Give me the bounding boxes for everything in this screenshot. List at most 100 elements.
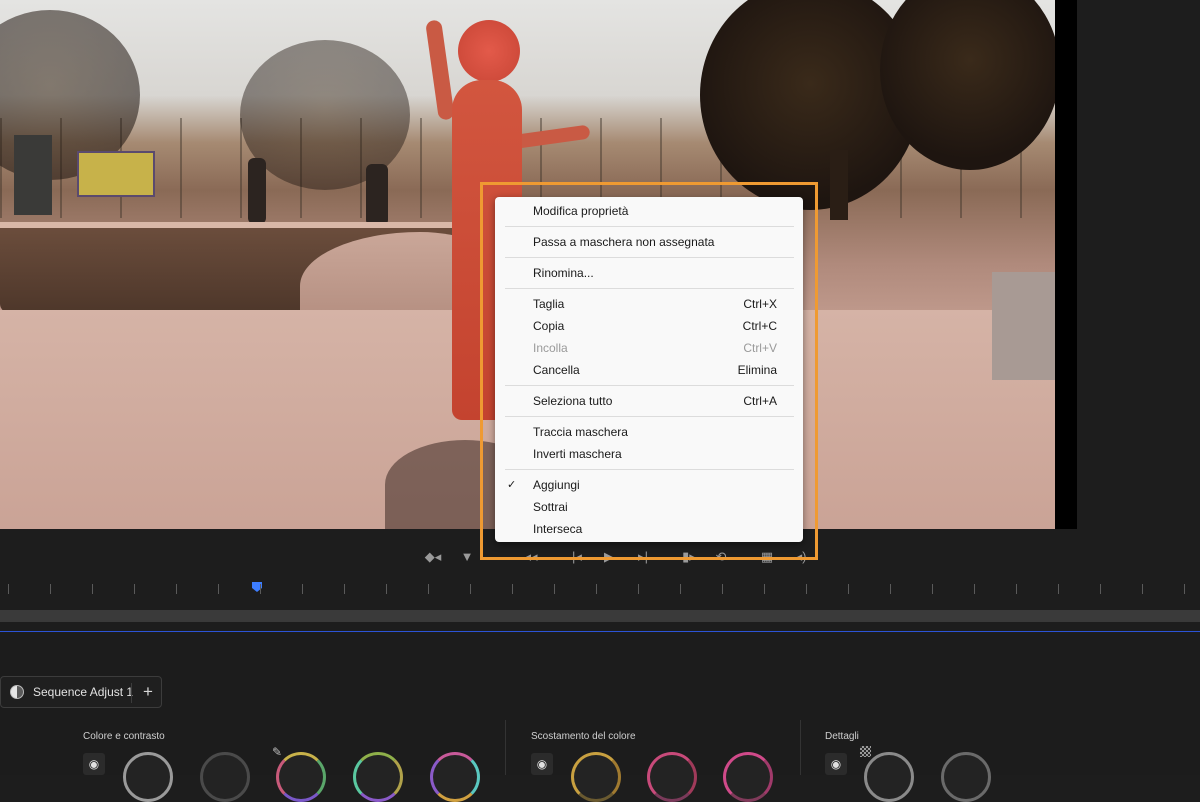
saturation-wheel[interactable] — [430, 752, 480, 802]
ruler-tick — [722, 584, 723, 594]
menu-item-label: Traccia maschera — [533, 425, 628, 439]
menu-item-delete[interactable]: Cancella Elimina — [495, 360, 803, 380]
ruler-tick — [260, 584, 261, 594]
offset-wheel-magenta[interactable] — [647, 752, 697, 802]
graffiti-board — [77, 151, 155, 197]
ruler-tick — [50, 584, 51, 594]
temperature-wheel[interactable] — [276, 752, 326, 802]
ruler-tick — [218, 584, 219, 594]
marker-in-icon[interactable]: ◆◂ — [422, 546, 444, 566]
ruler-tick — [1100, 584, 1101, 594]
section-divider — [800, 720, 801, 775]
skater-arm — [425, 19, 455, 121]
ruler-tick — [764, 584, 765, 594]
tab-separator — [131, 683, 132, 703]
ruler-tick — [596, 584, 597, 594]
menu-item-label: Cancella — [533, 363, 580, 377]
background-person — [366, 164, 388, 226]
ruler-tick — [1184, 584, 1185, 594]
ruler-tick — [638, 584, 639, 594]
menu-item-label: Copia — [533, 319, 565, 333]
timeline-scrollbar[interactable] — [0, 610, 1200, 622]
menu-item-label: Inverti maschera — [533, 447, 622, 461]
add-tab-button[interactable]: + — [139, 681, 157, 703]
ruler-tick — [1058, 584, 1059, 594]
ruler-tick — [470, 584, 471, 594]
menu-item-add[interactable]: ✓ Aggiungi — [495, 475, 803, 495]
menu-item-label: Taglia — [533, 297, 565, 311]
menu-item-label: Aggiungi — [533, 478, 580, 492]
section-title-color-offset: Scostamento del colore — [531, 731, 636, 742]
ruler-tick — [512, 584, 513, 594]
ruler-tick — [554, 584, 555, 594]
menu-item-label: Modifica proprietà — [533, 204, 629, 218]
ruler-tick — [890, 584, 891, 594]
ruler-tick — [8, 584, 9, 594]
blur-wheel[interactable] — [941, 752, 991, 802]
menu-item-edit-properties[interactable]: Modifica proprietà — [495, 201, 803, 221]
section-title-details: Dettagli — [825, 731, 859, 742]
menu-item-label: Incolla — [533, 341, 568, 355]
menu-separator — [505, 416, 794, 417]
contrast-wheel[interactable] — [200, 752, 250, 802]
menu-item-label: Sottrai — [533, 500, 568, 514]
ruler-tick — [176, 584, 177, 594]
tint-wheel[interactable] — [353, 752, 403, 802]
marker-icon[interactable]: ▼ — [456, 546, 478, 566]
background-person — [248, 158, 266, 224]
mask-context-menu: Modifica proprietà Passa a maschera non … — [495, 197, 803, 542]
menu-separator — [505, 385, 794, 386]
offset-wheel-yellow[interactable] — [571, 752, 621, 802]
menu-item-label: Passa a maschera non assegnata — [533, 235, 715, 249]
menu-item-paste: Incolla Ctrl+V — [495, 338, 803, 358]
ruler-tick — [680, 584, 681, 594]
ruler-tick — [1016, 584, 1017, 594]
skater-head — [458, 20, 520, 82]
ruler-tick — [1142, 584, 1143, 594]
ruler-tick — [134, 584, 135, 594]
ruler-tick — [848, 584, 849, 594]
menu-item-shortcut: Ctrl+C — [742, 319, 777, 333]
menu-separator — [505, 226, 794, 227]
menu-item-shortcut: Ctrl+X — [743, 297, 777, 311]
ruler-tick — [344, 584, 345, 594]
eyedropper-icon[interactable]: ✎ — [272, 745, 282, 759]
eye-icon[interactable]: ◉ — [83, 753, 105, 775]
sequence-adjust-tab[interactable]: Sequence Adjust 1 + — [0, 676, 162, 708]
section-title-color-contrast: Colore e contrasto — [83, 731, 165, 742]
ruler-tick — [974, 584, 975, 594]
sequence-adjust-label: Sequence Adjust 1 — [33, 685, 134, 699]
ruler-tick — [932, 584, 933, 594]
section-divider — [505, 720, 506, 775]
timeline-divider — [0, 631, 1200, 632]
color-wheel-icon — [10, 685, 24, 699]
menu-item-label: Rinomina... — [533, 266, 594, 280]
menu-item-intersect[interactable]: Interseca — [495, 519, 803, 539]
eye-icon[interactable]: ◉ — [531, 753, 553, 775]
ruler-tick — [92, 584, 93, 594]
menu-item-track-mask[interactable]: Traccia maschera — [495, 422, 803, 442]
menu-item-copy[interactable]: Copia Ctrl+C — [495, 316, 803, 336]
menu-separator — [505, 257, 794, 258]
menu-item-shortcut: Elimina — [737, 363, 777, 377]
banner — [14, 135, 52, 215]
concrete-wall — [992, 272, 1055, 380]
menu-item-subtract[interactable]: Sottrai — [495, 497, 803, 517]
time-ruler[interactable] — [0, 578, 1200, 602]
menu-item-switch-unassigned[interactable]: Passa a maschera non assegnata — [495, 232, 803, 252]
menu-item-invert-mask[interactable]: Inverti maschera — [495, 444, 803, 464]
ruler-tick — [428, 584, 429, 594]
menu-item-shortcut: Ctrl+V — [743, 341, 777, 355]
checkmark-icon: ✓ — [507, 479, 517, 491]
menu-item-cut[interactable]: Taglia Ctrl+X — [495, 294, 803, 314]
menu-separator — [505, 469, 794, 470]
brightness-wheel[interactable] — [123, 752, 173, 802]
eye-icon[interactable]: ◉ — [825, 753, 847, 775]
menu-item-label: Seleziona tutto — [533, 394, 613, 408]
ruler-tick — [806, 584, 807, 594]
sharpen-wheel[interactable] — [864, 752, 914, 802]
ruler-tick — [386, 584, 387, 594]
menu-item-select-all[interactable]: Seleziona tutto Ctrl+A — [495, 391, 803, 411]
menu-item-rename[interactable]: Rinomina... — [495, 263, 803, 283]
offset-wheel-pink[interactable] — [723, 752, 773, 802]
